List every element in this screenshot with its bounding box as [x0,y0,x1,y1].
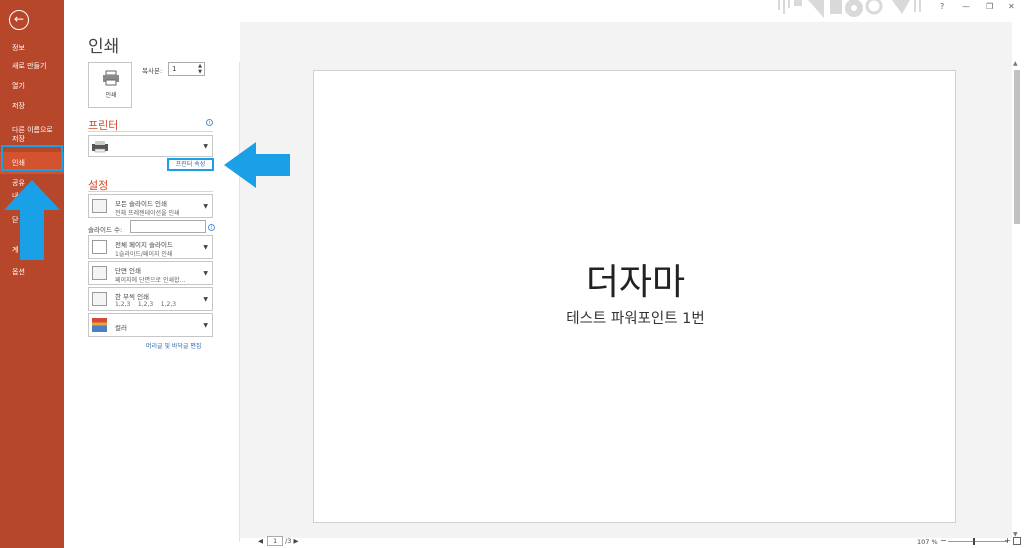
powerpoint-backstage-print: ← 정보 새로 만들기 열기 저장 다른 이름으로 저장 인쇄 공유 내 닫 계… [0,0,1024,548]
edit-header-footer-link[interactable]: 머리글 및 바닥글 편집 [146,341,201,350]
one-sided-icon [92,266,107,280]
nav-info[interactable]: 정보 [0,42,64,62]
print-range-dropdown[interactable]: 모든 슬라이드 인쇄 전체 프레젠테이션을 인쇄 ▼ [88,194,213,218]
slide-preview: 더자마 테스트 파워포인트 1번 [313,70,956,523]
print-button-label: 인쇄 [105,92,117,99]
chevron-down-icon: ▼ [203,244,208,251]
page-title: 인쇄 [88,37,120,57]
zoom-out-icon[interactable]: − [940,536,947,545]
color-swatch-icon [92,318,107,332]
backstage-nav: 정보 새로 만들기 열기 저장 다른 이름으로 저장 인쇄 공유 [0,42,64,194]
nav-options-label: 옵션 [12,268,25,276]
nav-save-label: 저장 [12,102,25,110]
printer-icon [103,70,119,86]
setting-main: 모든 슬라이드 인쇄 [115,200,167,208]
callout-arrow-up-icon [4,180,60,260]
slides-label: 슬라이드 수: [88,226,123,234]
zoom-in-icon[interactable]: + [1004,536,1011,545]
prev-page-icon[interactable]: ◀ [258,537,263,545]
nav-new[interactable]: 새로 만들기 [0,62,64,82]
full-page-slide-icon [92,240,107,254]
slide-subtitle: 테스트 파워포인트 1번 [566,311,705,327]
setting-main: 전체 페이지 슬라이드 [115,241,173,249]
help-icon[interactable]: ? [940,2,944,11]
nav-new-label: 새로 만들기 [12,62,47,70]
scroll-up-icon[interactable]: ▲ [1013,60,1018,67]
slide-title: 더자마 [585,262,686,303]
callout-arrow-left-icon [224,142,290,188]
chevron-down-icon: ▼ [203,203,208,210]
page-input[interactable]: 1 [267,536,284,546]
chevron-down-icon: ▼ [203,296,208,303]
copies-label: 복사본: [142,67,163,75]
divider [88,191,213,192]
nav-options[interactable]: 옵션 [0,268,25,277]
minimize-icon[interactable]: — [962,2,970,11]
info-icon[interactable]: i [206,119,213,126]
info-icon[interactable]: i [208,224,215,231]
setting-sub: 전체 프레젠테이션을 인쇄 [115,210,180,217]
collate-dropdown[interactable]: 한 부씩 인쇄 1,2,3 1,2,3 1,2,3 ▼ [88,287,213,311]
backstage-sidebar: ← 정보 새로 만들기 열기 저장 다른 이름으로 저장 인쇄 공유 내 닫 계… [0,0,64,548]
sides-dropdown[interactable]: 단면 인쇄 페이지에 단면으로 인쇄합... ▼ [88,261,213,285]
nav-info-label: 정보 [12,44,25,52]
printer-device-icon [92,141,108,153]
layout-dropdown[interactable]: 전체 페이지 슬라이드 1슬라이드/페이지 인쇄 ▼ [88,235,213,259]
slides-input[interactable] [130,220,206,233]
preview-scrollbar[interactable]: ▲ ▼ [1012,60,1022,538]
zoom-level[interactable]: 107 % [917,538,938,546]
scroll-thumb[interactable] [1014,70,1020,224]
divider [88,131,213,132]
page-navigator: ◀ 1/3 ▶ [258,536,298,546]
page-total: /3 [285,537,292,545]
fit-to-window-icon[interactable] [1013,537,1021,545]
chevron-down-icon: ▼ [203,322,208,329]
chevron-down-icon: ▼ [203,270,208,277]
setting-main: 컬러 [115,324,127,332]
restore-icon[interactable]: ❐ [986,2,993,11]
back-arrow-icon[interactable]: ← [9,10,29,30]
setting-sub: 1슬라이드/페이지 인쇄 [115,251,173,258]
setting-sub: 1,2,3 1,2,3 1,2,3 [115,301,177,308]
print-button[interactable]: 인쇄 [88,62,132,108]
setting-sub: 페이지에 단면으로 인쇄합... [115,277,186,284]
window-titlebar: ? — ❐ ✕ [764,0,1024,22]
next-page-icon[interactable]: ▶ [293,537,298,545]
copies-spinner-icon[interactable]: ▲ ▼ [198,63,202,75]
ribbon-decoration-icon [778,0,921,18]
nav-open-label: 열기 [12,82,25,90]
nav-open[interactable]: 열기 [0,82,64,102]
collated-icon [92,292,107,306]
nav-save-as-label: 다른 이름으로 저장 [12,126,53,143]
setting-main: 단면 인쇄 [115,267,141,275]
copies-value: 1 [172,65,177,73]
slides-stack-icon [92,199,107,213]
nav-save[interactable]: 저장 [0,102,64,122]
chevron-down-icon: ▼ [203,143,208,150]
zoom-slider-thumb[interactable] [973,538,975,545]
printer-properties-link[interactable]: 프린터 속성 [167,158,214,171]
print-nav-highlight [1,145,63,171]
color-dropdown[interactable]: 컬러 ▼ [88,313,213,337]
zoom-slider[interactable] [948,541,1008,542]
close-icon[interactable]: ✕ [1008,2,1015,11]
setting-main: 한 부씩 인쇄 [115,293,150,301]
printer-dropdown[interactable]: ▼ [88,135,213,157]
copies-input[interactable]: 1 ▲ ▼ [168,62,205,76]
